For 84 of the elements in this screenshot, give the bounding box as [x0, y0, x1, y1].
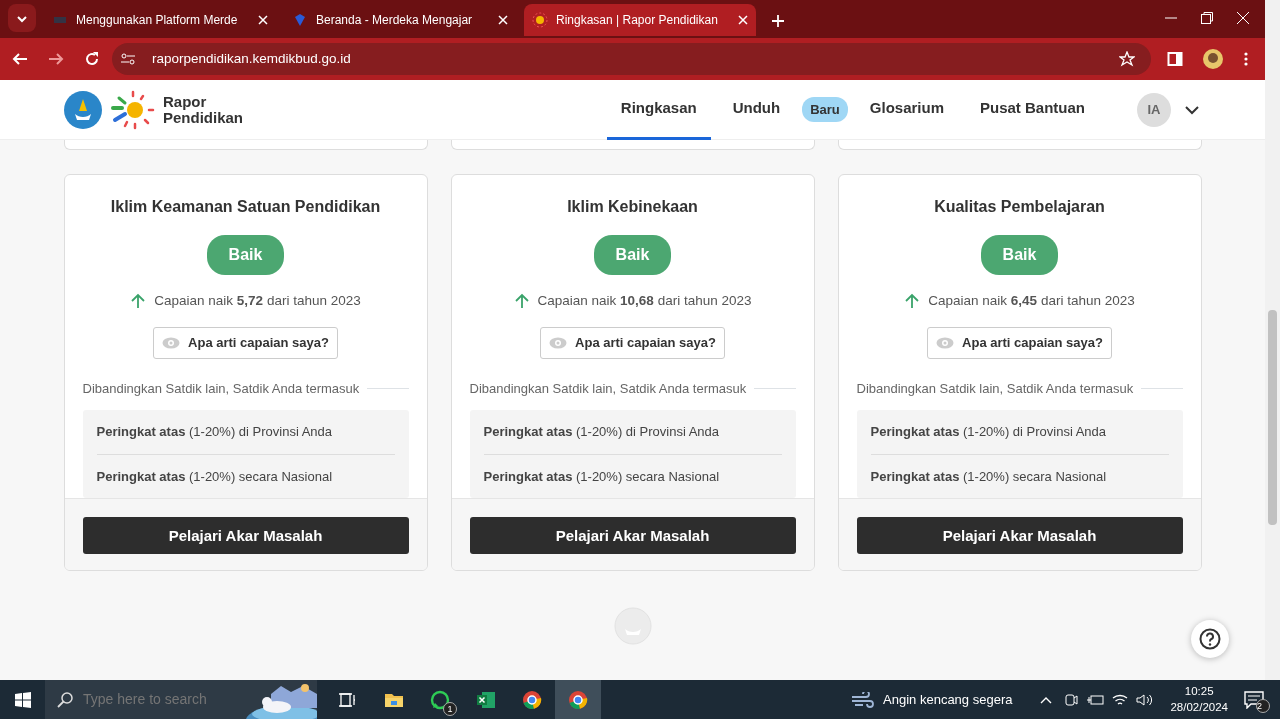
chevron-up-icon[interactable]	[1040, 695, 1053, 704]
star-icon[interactable]	[1119, 51, 1135, 67]
chevron-down-icon	[16, 14, 28, 23]
eye-icon	[162, 337, 181, 349]
spreadsheet-icon	[476, 690, 496, 711]
battery-icon	[1086, 693, 1105, 706]
taskbar-app[interactable]: 1	[417, 680, 463, 719]
browser-icon	[522, 690, 542, 711]
rating-badge: Baik	[206, 235, 285, 275]
close-icon[interactable]	[1237, 12, 1249, 24]
card-title: Kualitas Pembelajaran	[933, 197, 1106, 217]
chevron-down-icon[interactable]	[1185, 105, 1199, 115]
info-button[interactable]: Apa arti capaian saya?	[540, 327, 725, 359]
close-icon[interactable]	[258, 15, 268, 25]
card-title: Iklim Kebinekaan	[566, 197, 699, 217]
site-icon	[292, 12, 308, 28]
back-icon[interactable]	[12, 51, 28, 67]
url-text: raporpendidikan.kemdikbud.go.id	[152, 49, 352, 68]
restore-icon[interactable]	[1201, 12, 1213, 24]
notification-badge: 2	[1256, 699, 1270, 714]
tab-search-button[interactable]	[8, 4, 36, 32]
ranking-text: Peringkat atas (1-20%) di Provinsi Anda	[96, 423, 334, 442]
close-icon[interactable]	[498, 15, 508, 25]
ranking-text: Peringkat atas (1-20%) di Provinsi Anda	[870, 423, 1108, 442]
help-icon	[1199, 628, 1221, 650]
close-icon[interactable]	[738, 15, 748, 25]
address-bar[interactable]: raporpendidikan.kemdikbud.go.id	[112, 43, 1151, 75]
info-button[interactable]: Apa arti capaian saya?	[153, 327, 338, 359]
new-badge: Baru	[802, 96, 848, 123]
notification-badge: 1	[443, 702, 457, 716]
rating-badge: Baik	[980, 235, 1059, 275]
change-text: Capaian naik 10,68 dari tahun 2023	[537, 292, 752, 310]
side-panel-icon[interactable]	[1167, 51, 1183, 67]
reload-icon[interactable]	[84, 51, 100, 67]
ranking-text: Peringkat atas (1-20%) di Provinsi Anda	[483, 423, 721, 442]
comparison-label: Dibandingkan Satdik lain, Satdik Anda termasuk	[82, 379, 360, 398]
notification-icon[interactable]	[1244, 691, 1264, 710]
action-button[interactable]: Pelajari Akar Masalah	[469, 517, 796, 555]
weather-text[interactable]: Angin kencang segera	[883, 689, 1013, 710]
windows-icon[interactable]	[14, 692, 31, 709]
nav-link[interactable]: Pusat Bantuan	[966, 79, 1099, 140]
user-avatar[interactable]: IA	[1137, 92, 1171, 127]
avatar-icon[interactable]	[1203, 49, 1223, 69]
taskbar-app[interactable]	[555, 680, 601, 719]
up-arrow-icon	[904, 293, 921, 310]
search-input[interactable]: Type here to search	[81, 688, 241, 711]
comparison-label: Dibandingkan Satdik lain, Satdik Anda termasuk	[856, 379, 1134, 398]
change-text: Capaian naik 6,45 dari tahun 2023	[928, 292, 1135, 310]
browser-icon	[568, 690, 588, 711]
emblem-icon	[63, 89, 103, 130]
site-icon	[532, 12, 548, 28]
wifi-icon	[1112, 692, 1129, 707]
brand-name[interactable]: Rapor Pendidikan	[163, 93, 244, 126]
up-arrow-icon	[130, 293, 147, 310]
sun-logo-icon[interactable]	[111, 89, 155, 130]
emblem-icon	[613, 607, 652, 645]
search-field[interactable]: Type here to search	[45, 680, 317, 719]
volume-icon	[1136, 692, 1155, 707]
wind-icon	[851, 691, 876, 708]
search-icon	[57, 691, 73, 708]
eye-icon	[549, 337, 568, 349]
browser-tab[interactable]: Ringkasan | Rapor Pendidikan	[524, 4, 756, 36]
forward-icon[interactable]	[48, 51, 64, 67]
eye-icon	[936, 337, 955, 349]
nav-link[interactable]: Glosarium	[855, 79, 958, 140]
site-settings-icon[interactable]	[120, 51, 136, 67]
change-text: Capaian naik 5,72 dari tahun 2023	[154, 292, 361, 310]
more-icon[interactable]	[1243, 51, 1249, 67]
camera-icon	[1064, 691, 1079, 708]
help-button[interactable]	[1191, 620, 1229, 658]
card-title: Iklim Keamanan Satuan Pendidikan	[109, 197, 382, 217]
nav-link[interactable]: Unduh	[718, 79, 795, 140]
scrollbar[interactable]	[1265, 0, 1280, 680]
clock[interactable]: 10:25 28/02/2024	[1170, 684, 1228, 715]
up-arrow-icon	[513, 293, 530, 310]
info-button[interactable]: Apa arti capaian saya?	[927, 327, 1112, 359]
comparison-label: Dibandingkan Satdik lain, Satdik Anda termasuk	[469, 379, 747, 398]
action-button[interactable]: Pelajari Akar Masalah	[856, 517, 1183, 555]
rating-badge: Baik	[593, 235, 672, 275]
browser-tab[interactable]: Menggunakan Platform Merde	[44, 4, 276, 36]
plus-icon	[772, 15, 784, 28]
browser-tab[interactable]: Beranda - Merdeka Mengajar	[284, 4, 516, 36]
action-button[interactable]: Pelajari Akar Masalah	[82, 517, 409, 555]
chat-icon	[430, 690, 450, 711]
